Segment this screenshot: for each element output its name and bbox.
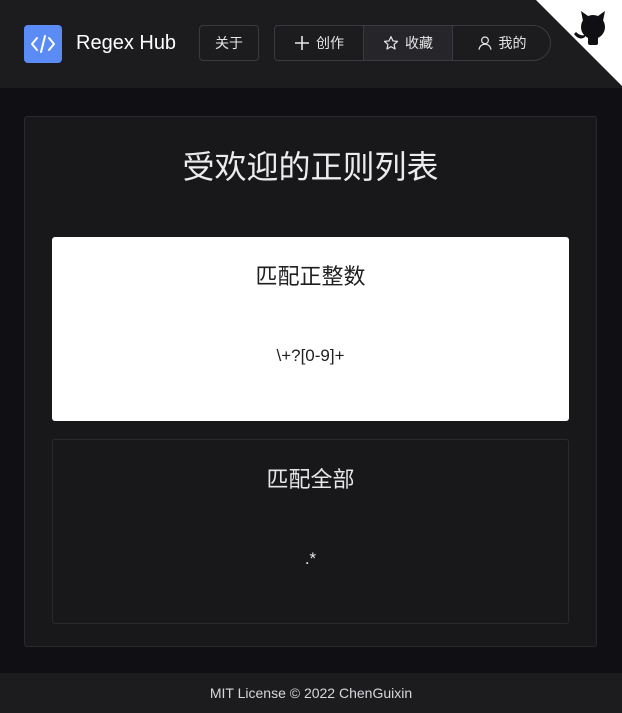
- star-icon: [383, 36, 399, 50]
- user-icon: [477, 36, 492, 50]
- github-corner-link[interactable]: [536, 0, 622, 86]
- regex-card-pattern: \+?[0-9]+: [276, 346, 345, 365]
- regex-list-panel: 受欢迎的正则列表 匹配正整数 \+?[0-9]+ 匹配全部 .*: [24, 116, 597, 647]
- page-title: 受欢迎的正则列表: [182, 148, 439, 186]
- favorites-button[interactable]: 收藏: [364, 26, 453, 60]
- regex-card[interactable]: 匹配正整数 \+?[0-9]+: [52, 237, 569, 421]
- regex-card[interactable]: 匹配全部 .*: [52, 439, 569, 624]
- mine-label: 我的: [498, 36, 527, 52]
- about-button[interactable]: 关于: [199, 25, 259, 61]
- code-icon: [31, 35, 55, 53]
- footer-text: MIT License © 2022 ChenGuixin: [209, 685, 413, 701]
- brand-title[interactable]: Regex Hub: [76, 30, 176, 56]
- nav-button-group: 创作 收藏 我的: [274, 25, 551, 61]
- header: Regex Hub 关于 创作 收藏 我的: [0, 0, 622, 88]
- footer: MIT License © 2022 ChenGuixin: [0, 673, 622, 713]
- regex-card-pattern: .*: [304, 549, 317, 568]
- regex-card-title: 匹配全部: [266, 468, 355, 493]
- plus-icon: [295, 36, 309, 50]
- create-button[interactable]: 创作: [275, 26, 364, 60]
- create-label: 创作: [316, 36, 344, 52]
- logo[interactable]: [24, 25, 62, 63]
- favorites-label: 收藏: [405, 36, 433, 52]
- regex-card-title: 匹配正整数: [255, 265, 366, 290]
